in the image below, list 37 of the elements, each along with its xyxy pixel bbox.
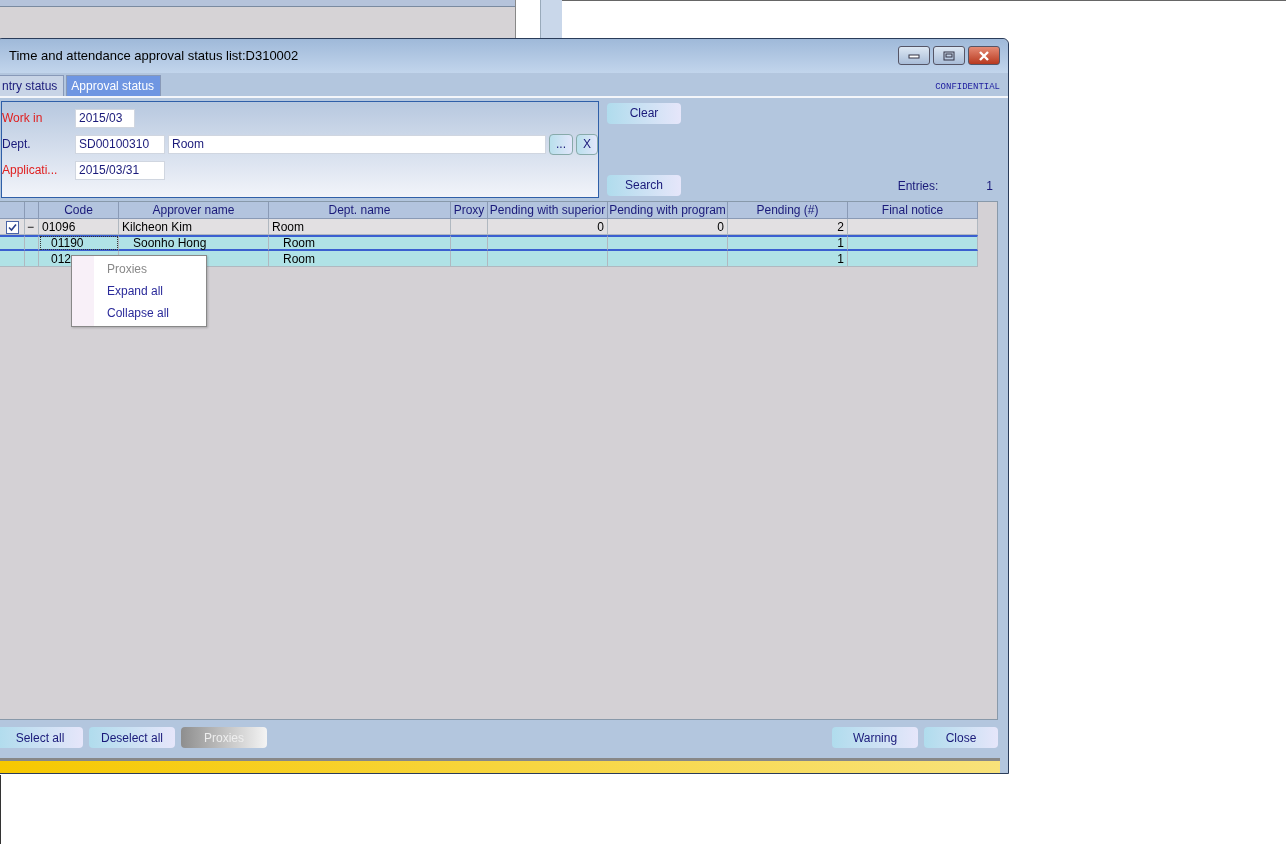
clear-button[interactable]: Clear [607,102,681,124]
input-field[interactable]: 2015/03/31 [75,160,165,180]
column-header: Proxy [451,201,488,219]
maximize-icon [943,50,955,61]
field-label: Work in [2,111,44,126]
input-field[interactable]: 2015/03 [75,108,135,128]
entries-count: 1 [986,178,993,193]
window-title: Time and attendance approval status list:D310002 [8,48,300,64]
footer-button[interactable]: Warning [832,727,918,749]
maximize-button[interactable] [933,46,965,66]
menu-item[interactable]: Collapse all [72,301,206,324]
footer-button[interactable]: Select all [0,727,83,749]
close-icon [978,50,990,61]
close-button[interactable] [968,46,1000,66]
column-header: Dept. name [269,201,451,219]
column-header: Final notice [848,201,978,219]
field-label: Applicati... [2,163,59,178]
column-header: Pending with program [608,201,728,219]
confidential-label: CONFIDENTIAL [935,81,1001,94]
column-header: Pending with superior [488,201,608,219]
tab[interactable]: ntry status [0,74,65,96]
input-field[interactable]: Room [168,134,546,154]
minimize-button[interactable] [898,46,930,66]
search-button[interactable]: Search [607,174,681,196]
clear-field-button[interactable]: X [576,133,598,155]
column-header: Code [39,201,119,219]
minimize-icon [908,52,920,59]
menu-item[interactable]: Expand all [72,279,206,302]
lookup-button[interactable]: ... [549,133,573,155]
footer-button[interactable]: Close [924,727,998,749]
entries-label: Entries: [897,178,939,193]
input-field[interactable]: SD00100310 [75,134,165,154]
footer-button[interactable]: Deselect all [89,727,175,749]
column-header: Pending (#) [728,201,848,219]
column-header: Approver name [119,201,269,219]
row-checkbox[interactable] [6,220,19,234]
field-label: Dept. [2,137,32,152]
